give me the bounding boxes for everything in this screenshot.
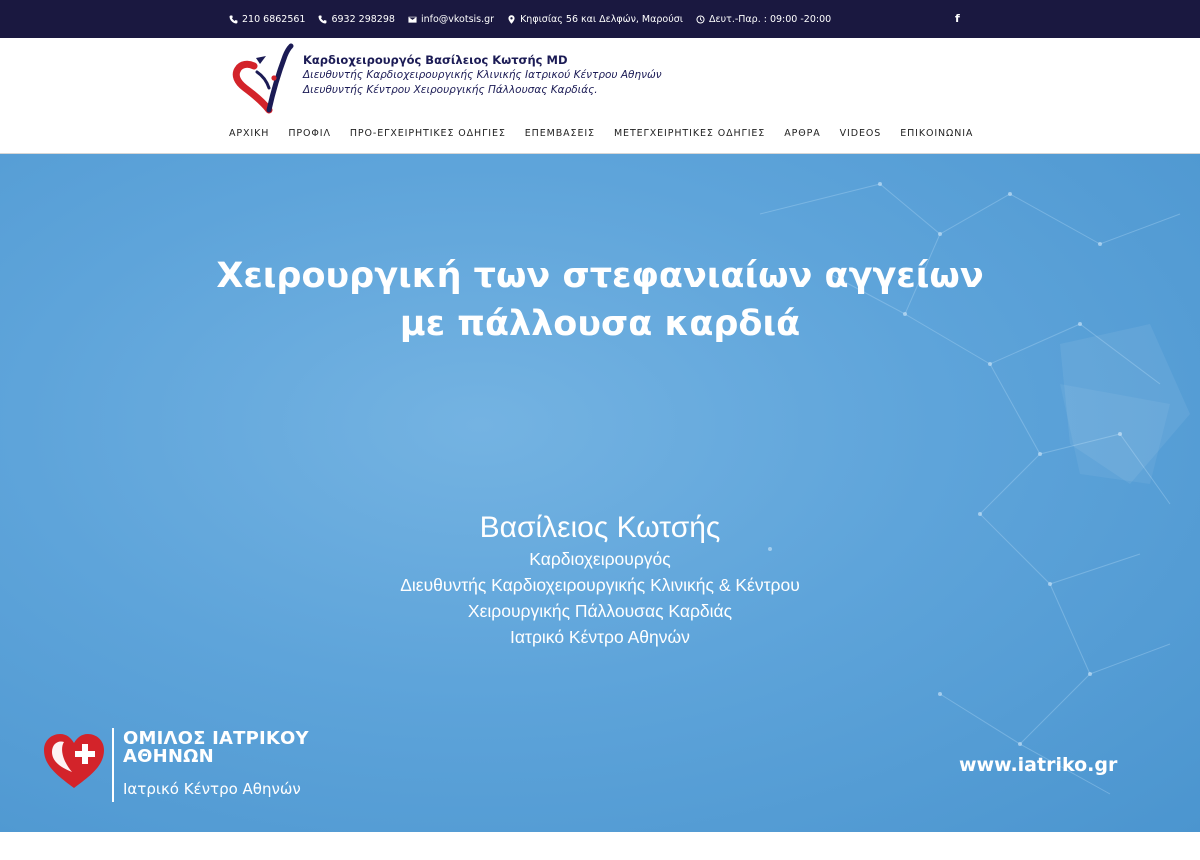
heart-logo-icon[interactable] [229,42,297,114]
hero-title: Χειρουργική των στεφανιαίων αγγείων με π… [0,252,1200,348]
nav-item-procedures[interactable]: ΕΠΕΜΒΑΣΕΙΣ [525,128,595,139]
top-bar: 210 6862561 6932 298298 info@vkotsis.gr … [0,0,1200,38]
nav-item-articles[interactable]: ΑΡΘΡΑ [784,128,820,139]
site-header: Καρδιοχειρουργός Βασίλειος Κωτσής MD Διε… [0,38,1200,154]
hero-title-line-2: με πάλλουσα καρδιά [399,304,801,344]
contact-info: 210 6862561 6932 298298 info@vkotsis.gr … [229,0,831,38]
nav-item-preop[interactable]: ΠΡΟ-ΕΓΧΕΙΡΗΤΙΚΕΣ ΟΔΗΓΙΕΣ [350,128,506,139]
phone-link[interactable]: 210 6862561 [229,14,305,25]
mobile-number: 6932 298298 [331,13,395,25]
iatriko-heart-logo-icon [44,734,104,788]
doctor-title-line: Καρδιοχειρουργός [529,549,671,569]
doctor-title-line: Ιατρικό Κέντρο Αθηνών [510,627,690,647]
doctor-name: Βασίλειος Κωτσής [479,511,721,544]
address-link[interactable]: Κηφισίας 56 και Δελφών, Μαρούσι [507,14,683,25]
phone-icon [229,14,238,23]
nav-item-postop[interactable]: ΜΕΤΕΓΧΕΙΡΗΤΙΚΕΣ ΟΔΗΓΙΕΣ [614,128,765,139]
map-marker-icon [508,14,515,24]
envelope-icon [408,16,417,23]
hero-banner: Χειρουργική των στεφανιαίων αγγείων με π… [0,154,1200,832]
email-address: info@vkotsis.gr [420,13,495,25]
group-name: ΟΜΙΛΟΣ ΙΑΤΡΙΚΟΥ ΑΘΗΝΩΝ [123,730,309,766]
nav-item-videos[interactable]: VIDEOS [840,128,882,139]
brand-text[interactable]: Καρδιοχειρουργός Βασίλειος Κωτσής MD Διε… [303,53,662,98]
doctor-title-line: Χειρουργικής Πάλλουσας Καρδιάς [467,601,733,621]
main-nav: ΑΡΧΙΚΗ ΠΡΟΦΙΛ ΠΡΟ-ΕΓΧΕΙΡΗΤΙΚΕΣ ΟΔΗΓΙΕΣ Ε… [229,128,973,139]
hours-text: Δευτ.-Παρ. : 09:00 -20:00 [708,13,832,25]
address-text: Κηφισίας 56 και Δελφών, Μαρούσι [520,13,683,25]
logo-divider [112,728,114,802]
nav-item-home[interactable]: ΑΡΧΙΚΗ [229,128,269,139]
group-name-line-2: ΑΘΗΝΩΝ [123,746,214,767]
nav-item-profile[interactable]: ΠΡΟΦΙΛ [288,128,331,139]
clock-icon [696,14,705,24]
mobile-link[interactable]: 6932 298298 [318,13,395,25]
doctor-titles: Καρδιοχειρουργός Διευθυντής Καρδιοχειρου… [0,546,1200,650]
nav-item-contact[interactable]: ΕΠΙΚΟΙΝΩΝΙΑ [900,128,973,139]
brand-title: Καρδιοχειρουργός Βασίλειος Κωτσής MD [303,53,568,67]
phone-number: 210 6862561 [242,13,306,25]
doctor-title-line: Διευθυντής Καρδιοχειρουργικής Κλινικής &… [400,575,800,595]
facebook-icon[interactable]: f [955,12,967,26]
mobile-icon [318,14,327,23]
group-subtitle: Ιατρικό Κέντρο Αθηνών [123,780,301,798]
brand-subtitle-1: Διευθυντής Καρδιοχειρουργικής Κλινικής Ι… [303,69,662,81]
hero-title-line-1: Χειρουργική των στεφανιαίων αγγείων [216,256,984,296]
email-link[interactable]: info@vkotsis.gr [408,14,494,25]
brand-subtitle-2: Διευθυντής Κέντρου Χειρουργικής Πάλλουσα… [303,84,598,96]
hours-info: Δευτ.-Παρ. : 09:00 -20:00 [696,14,831,25]
website-url: www.iatriko.gr [959,754,1118,776]
